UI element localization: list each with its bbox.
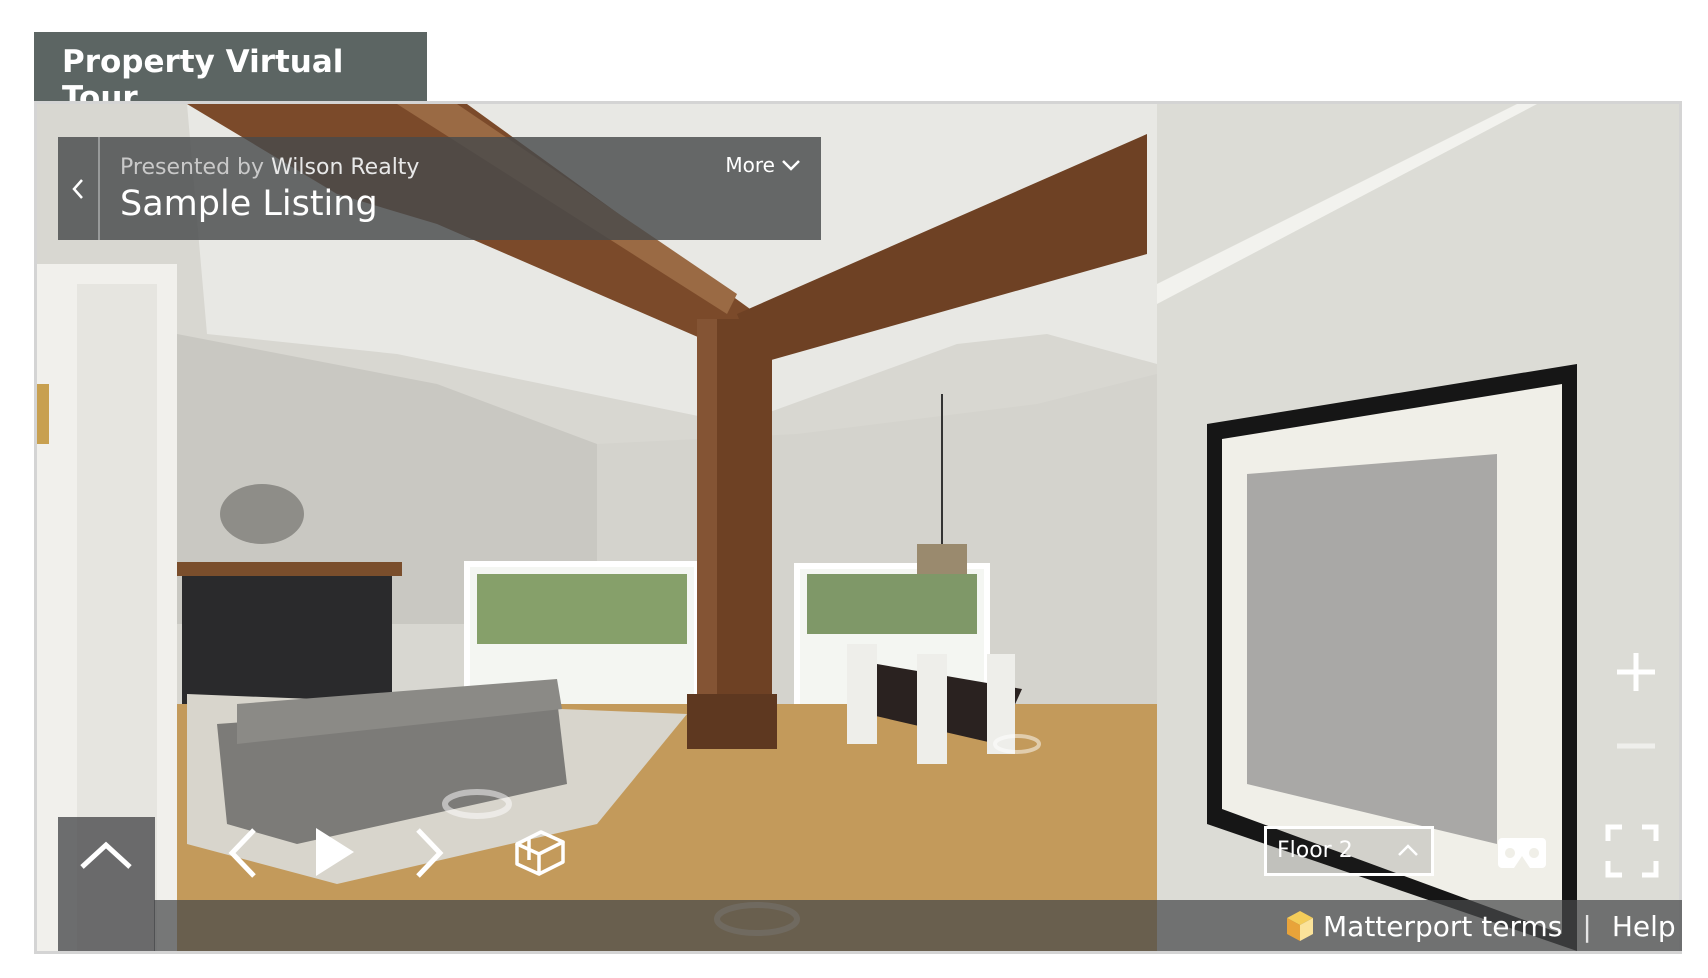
zoom-out-button[interactable] — [1614, 736, 1658, 756]
zoom-in-button[interactable] — [1614, 650, 1658, 694]
previous-button[interactable] — [226, 826, 262, 880]
chevron-down-icon — [782, 160, 800, 171]
dollhouse-button[interactable] — [511, 822, 567, 878]
matterport-terms-link[interactable]: Matterport terms — [1323, 910, 1562, 943]
fullscreen-icon — [1605, 824, 1659, 878]
page-title: Property Virtual Tour — [34, 32, 427, 116]
presented-by: Presented by Wilson Realty — [120, 155, 419, 180]
help-link[interactable]: Help — [1612, 910, 1676, 943]
floor-selector[interactable]: Floor 2 — [1264, 826, 1434, 876]
back-button[interactable] — [58, 137, 100, 240]
dollhouse-icon — [515, 830, 565, 876]
next-button[interactable] — [410, 826, 446, 880]
plus-icon — [1617, 653, 1655, 691]
vr-headset-icon — [1498, 838, 1546, 868]
matterport-logo-icon — [1287, 911, 1313, 941]
chevron-left-icon — [72, 178, 83, 199]
expand-controls-button[interactable] — [58, 817, 155, 951]
play-icon — [316, 828, 354, 876]
more-button[interactable]: More — [725, 153, 801, 177]
chevron-up-icon — [1398, 844, 1418, 856]
play-button[interactable] — [312, 824, 358, 880]
chevron-up-icon — [80, 841, 132, 869]
chevron-left-icon — [228, 828, 256, 878]
listing-name: Sample Listing — [120, 184, 378, 224]
more-label: More — [725, 153, 775, 177]
presented-prefix: Presented by — [120, 155, 265, 180]
fullscreen-button[interactable] — [1604, 823, 1660, 879]
chevron-right-icon — [416, 828, 444, 878]
vr-button[interactable] — [1496, 834, 1548, 874]
footer-separator: | — [1582, 909, 1592, 943]
floor-selected: Floor 2 — [1277, 838, 1353, 863]
listing-header: Presented by Wilson Realty Sample Listin… — [58, 137, 821, 240]
presenter-name: Wilson Realty — [271, 155, 420, 180]
footer-links: Matterport terms | Help — [1285, 904, 1676, 948]
